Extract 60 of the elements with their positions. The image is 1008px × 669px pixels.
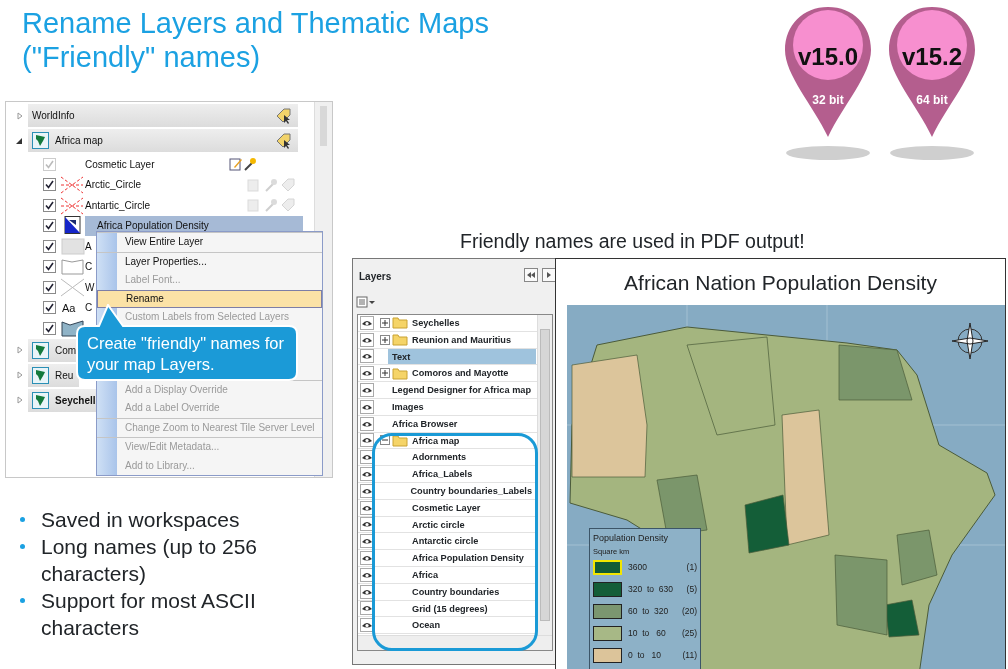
tree-group-row[interactable]: Reu [28, 363, 80, 387]
layer-item[interactable]: Country boundaries_Labels [406, 482, 536, 499]
caption-text: Friendly names are used in PDF output! [460, 229, 805, 254]
layer-item[interactable]: Africa [408, 566, 443, 583]
legend-range: 3600 [628, 561, 647, 575]
map-title: African Nation Population Density [623, 270, 938, 296]
layer-item[interactable]: Arctic circle [408, 516, 469, 533]
layer-item[interactable]: Images [388, 399, 428, 415]
text-style-icon: Aa [60, 299, 85, 316]
layer-item[interactable]: Africa Population Density [408, 550, 528, 566]
legend-count: (25) [681, 627, 697, 641]
layer-label[interactable]: A [85, 238, 92, 254]
legend-count: (1) [686, 561, 697, 575]
tree-group-label: Com [55, 343, 77, 358]
bullet-text: Support for most ASCII characters [41, 588, 257, 641]
layer-item[interactable]: Ocean [408, 617, 445, 634]
legend-count: (5) [686, 583, 697, 597]
layer-label[interactable]: W [85, 279, 95, 295]
legend-range: 10 to 60 [628, 627, 666, 641]
legend-count: (11) [682, 649, 697, 663]
tree-group-row[interactable]: Africa map [28, 129, 298, 152]
layer-item[interactable]: Grid (15 degrees) [408, 600, 492, 617]
layer-item[interactable]: Antarctic circle [408, 533, 483, 550]
layer-label[interactable]: C [85, 300, 93, 316]
layer-label[interactable]: Antartic_Circle [85, 197, 151, 213]
legend-range: 0 to 10 [628, 649, 662, 663]
menu-item[interactable]: Layer Properties... [97, 252, 322, 271]
legend-range: 320 to 630 [628, 583, 673, 597]
tree-group-label: WorldInfo [32, 109, 75, 123]
layer-item[interactable]: Seychelles [408, 315, 464, 331]
version-label: v15.0 [796, 42, 860, 72]
layer-label[interactable]: C [85, 259, 93, 275]
version-label: v15.2 [900, 42, 964, 72]
layer-item[interactable]: Africa map [408, 432, 464, 449]
panel-title: Layers [359, 270, 392, 284]
menu-item[interactable]: Rename [97, 289, 322, 308]
layer-item[interactable]: Cosmetic Layer [408, 499, 485, 516]
bit-label: 32 bit [811, 92, 845, 109]
tree-group-label: Reu [55, 368, 74, 383]
layer-item[interactable]: Legend Designer for Africa map [388, 382, 536, 398]
layer-item[interactable]: Africa Browser [388, 415, 462, 432]
layer-item[interactable]: Country boundaries [408, 583, 504, 600]
slide-title-line: ("Friendly" names) [22, 40, 262, 74]
callout-text: Create "friendly" names for your map Layers. [87, 333, 285, 375]
bit-label: 64 bit [915, 92, 949, 109]
legend-title: Population Density [593, 532, 670, 545]
tree-group-row[interactable]: WorldInfo [28, 104, 298, 127]
menu-item[interactable]: View Entire Layer [97, 233, 322, 252]
tree-group-label: Africa map [55, 134, 103, 148]
layer-item[interactable]: Adornments [408, 449, 471, 466]
legend-range: 60 to 320 [628, 605, 669, 619]
slide-title-line: Rename Layers and Thematic Maps [22, 6, 489, 40]
layer-item[interactable]: Africa_Labels [408, 466, 477, 482]
layer-item[interactable]: Comoros and Mayotte [408, 365, 513, 382]
bullet-text: Saved in workspaces [41, 507, 240, 533]
layer-label[interactable]: Arctic_Circle [85, 177, 142, 193]
layer-item[interactable]: Reunion and Mauritius [408, 331, 516, 348]
bullet-text: Long names (up to 256 characters) [41, 534, 258, 587]
legend-count: (20) [681, 605, 697, 619]
tree-group-label: Seychell [55, 393, 96, 408]
